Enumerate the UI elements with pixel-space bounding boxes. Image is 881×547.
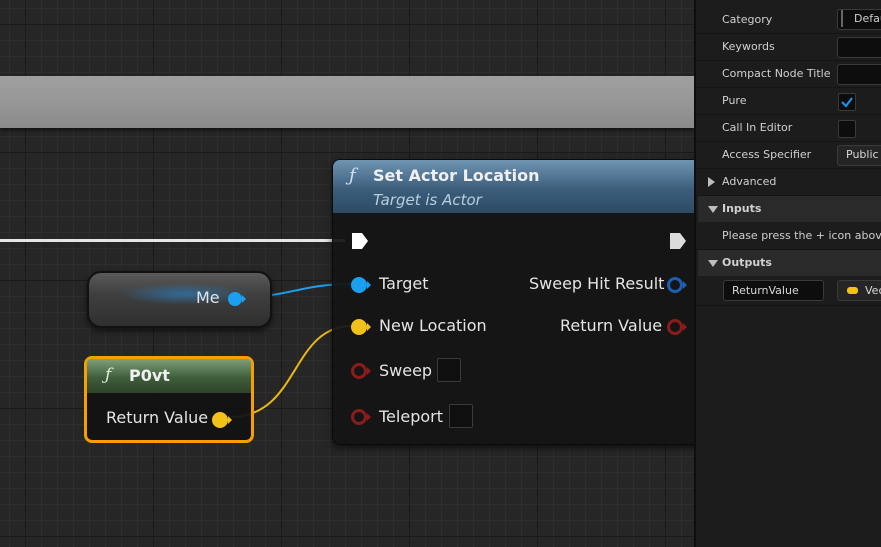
output-param-type-dropdown[interactable]: Vec bbox=[837, 280, 881, 301]
inputs-hint-text: Please press the + icon above to bbox=[722, 229, 881, 242]
pvt-output-pin-icon[interactable] bbox=[211, 411, 233, 429]
self-output-pin-icon[interactable] bbox=[227, 291, 247, 307]
category-value: Defau bbox=[854, 12, 881, 25]
compact-node-title-input[interactable] bbox=[837, 64, 881, 85]
self-node-label: Me bbox=[196, 288, 220, 307]
sweep-pin-label: Sweep bbox=[379, 361, 433, 380]
exec-wire bbox=[0, 239, 345, 242]
access-specifier-row: Access Specifier Public bbox=[696, 142, 881, 169]
teleport-checkbox[interactable] bbox=[449, 404, 473, 428]
collapse-arrow-icon[interactable] bbox=[708, 260, 718, 267]
sweep-checkbox[interactable] bbox=[437, 358, 461, 382]
pure-row: Pure bbox=[696, 88, 881, 115]
outputs-section-header[interactable]: Outputs bbox=[698, 250, 881, 276]
pure-checkbox[interactable] bbox=[838, 93, 856, 111]
vector-type-icon bbox=[847, 287, 858, 294]
new-location-pin-icon[interactable] bbox=[350, 318, 372, 336]
output-param-name: ReturnValue bbox=[732, 284, 799, 297]
compact-node-title-label: Compact Node Title bbox=[722, 67, 831, 80]
access-specifier-dropdown[interactable]: Public bbox=[837, 145, 881, 166]
call-in-editor-row: Call In Editor bbox=[696, 115, 881, 142]
outputs-section-label: Outputs bbox=[722, 256, 772, 269]
advanced-label: Advanced bbox=[722, 175, 777, 188]
pvt-node-title: P0vt bbox=[129, 366, 170, 385]
compact-node-title-row: Compact Node Title bbox=[696, 61, 881, 88]
category-label: Category bbox=[722, 13, 773, 26]
output-param-name-input[interactable]: ReturnValue bbox=[723, 280, 824, 301]
call-in-editor-checkbox[interactable] bbox=[838, 120, 856, 138]
return-value-label: Return Value bbox=[560, 316, 663, 335]
set-actor-location-header[interactable]: ƒ Set Actor Location Target is Actor bbox=[333, 160, 694, 213]
output-param-row: ReturnValue Vec bbox=[696, 277, 881, 306]
dropdown-edge bbox=[841, 10, 843, 27]
function-icon: ƒ bbox=[349, 165, 356, 186]
set-actor-location-node[interactable]: ƒ Set Actor Location Target is Actor Tar… bbox=[332, 159, 694, 445]
node-title: Set Actor Location bbox=[373, 166, 540, 185]
pvt-output-label: Return Value bbox=[106, 408, 209, 427]
exec-input-pin-icon[interactable] bbox=[351, 231, 369, 251]
target-pin-label: Target bbox=[379, 274, 429, 293]
new-location-pin-label: New Location bbox=[379, 316, 487, 335]
inputs-hint-row: Please press the + icon above to bbox=[696, 223, 881, 250]
pure-label: Pure bbox=[722, 94, 747, 107]
access-specifier-label: Access Specifier bbox=[722, 148, 812, 161]
keywords-label: Keywords bbox=[722, 40, 775, 53]
teleport-pin-label: Teleport bbox=[379, 407, 443, 426]
expand-arrow-icon[interactable] bbox=[708, 177, 715, 187]
exec-output-pin-icon[interactable] bbox=[669, 231, 687, 251]
return-value-pin-icon[interactable] bbox=[666, 318, 688, 336]
sweep-hit-result-label: Sweep Hit Result bbox=[529, 274, 665, 293]
collapse-arrow-icon[interactable] bbox=[708, 206, 718, 213]
keywords-row: Keywords bbox=[696, 34, 881, 61]
sweep-hit-result-pin-icon[interactable] bbox=[666, 276, 688, 294]
target-pin-icon[interactable] bbox=[350, 276, 372, 294]
function-icon: ƒ bbox=[105, 365, 112, 385]
category-dropdown[interactable]: Defau bbox=[837, 9, 881, 30]
blueprint-graph-canvas[interactable]: Me ƒ P0vt Return Value ƒ Set Actor Locat… bbox=[0, 0, 694, 547]
advanced-section[interactable]: Advanced bbox=[696, 169, 881, 196]
keywords-input[interactable] bbox=[837, 37, 881, 58]
inputs-section-header[interactable]: Inputs bbox=[698, 196, 881, 222]
inputs-section-label: Inputs bbox=[722, 202, 762, 215]
teleport-pin-icon[interactable] bbox=[350, 408, 372, 426]
access-specifier-value: Public bbox=[846, 148, 879, 161]
output-param-type: Vec bbox=[865, 284, 881, 297]
details-panel: Category Defau Keywords Compact Node Tit… bbox=[694, 0, 881, 547]
sweep-pin-icon[interactable] bbox=[350, 362, 372, 380]
pvt-function-node[interactable]: ƒ P0vt Return Value bbox=[84, 356, 254, 443]
pvt-node-header[interactable]: ƒ P0vt bbox=[87, 359, 251, 393]
self-reference-node[interactable]: Me bbox=[87, 271, 272, 328]
node-subtitle: Target is Actor bbox=[373, 191, 482, 209]
call-in-editor-label: Call In Editor bbox=[722, 121, 793, 134]
checkmark-icon bbox=[841, 97, 853, 108]
category-row: Category Defau bbox=[696, 7, 881, 34]
comment-box[interactable] bbox=[0, 76, 694, 128]
